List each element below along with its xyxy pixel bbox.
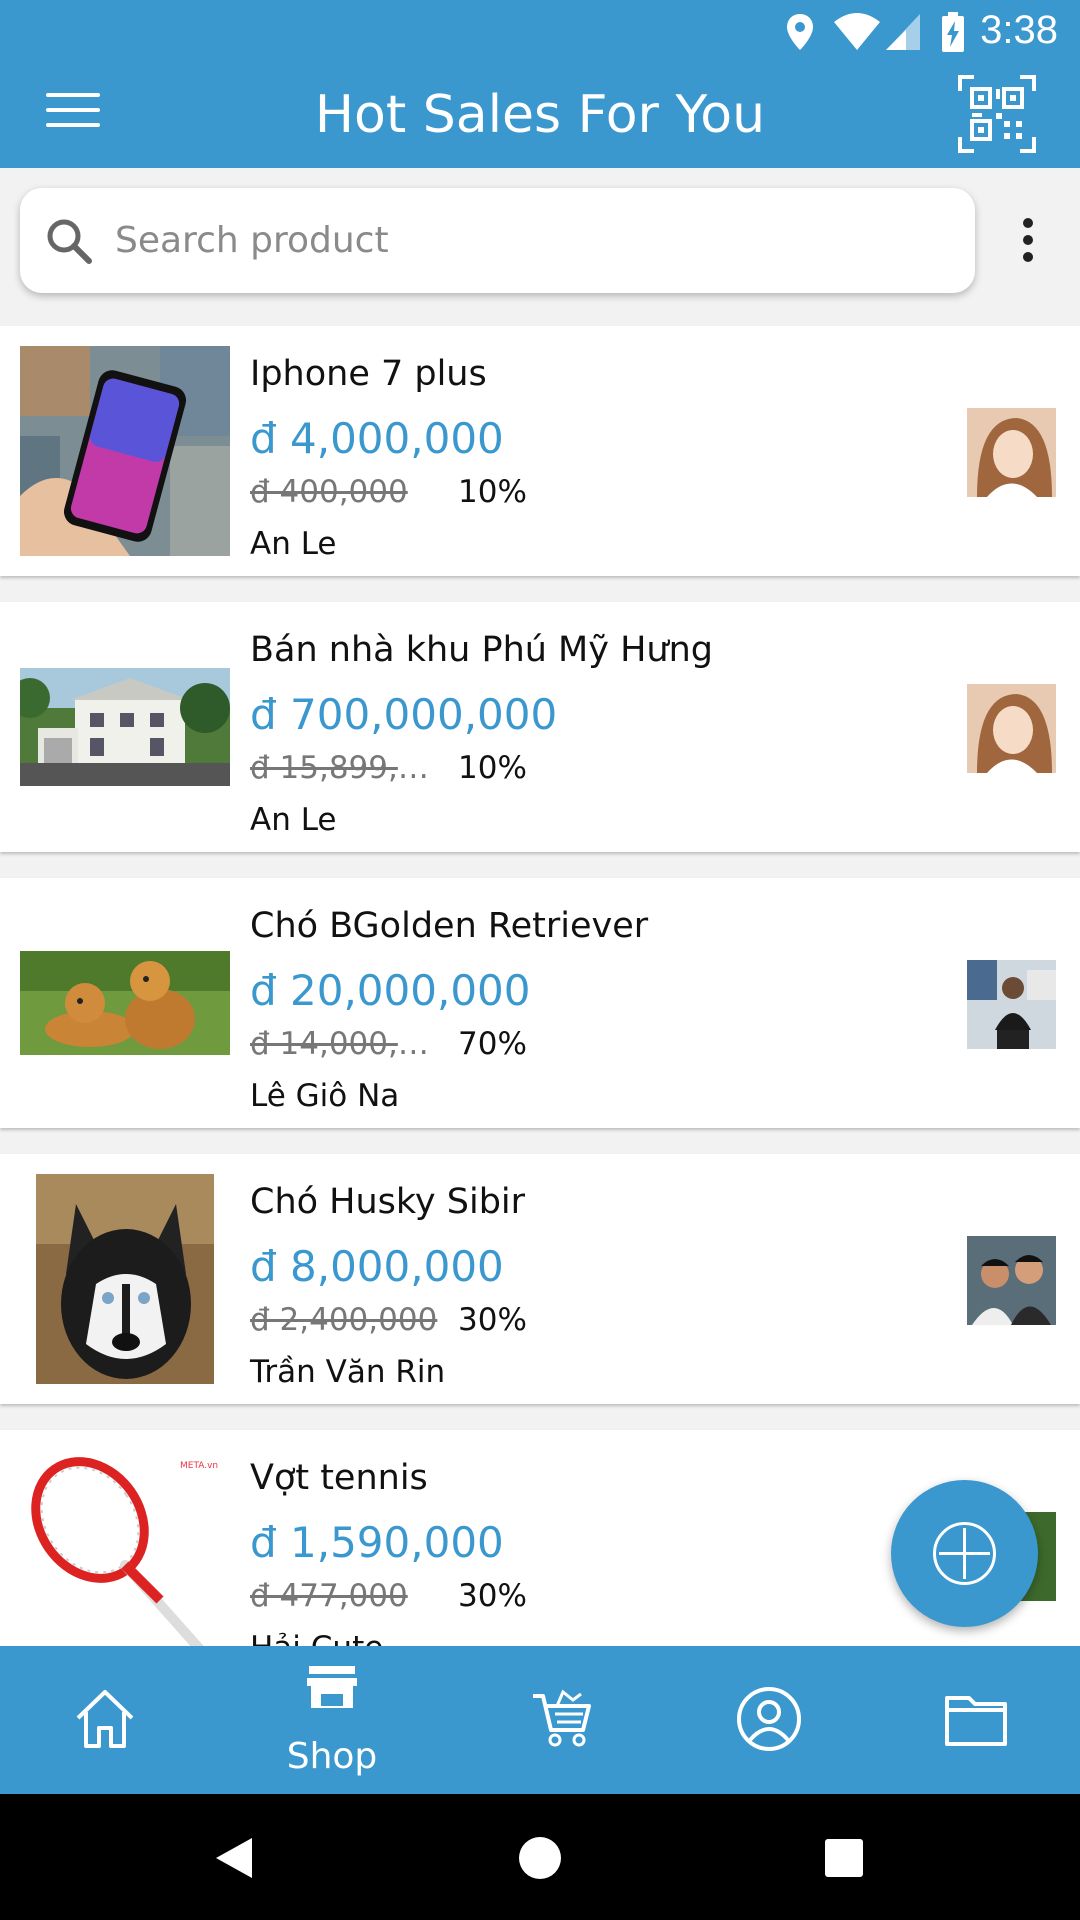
product-card[interactable]: Bán nhà khu Phú Mỹ Hưng đ 700,000,000 đ …: [0, 602, 1080, 852]
search-input[interactable]: [115, 210, 935, 270]
product-price: đ 8,000,000: [250, 1242, 504, 1291]
search-bar: [20, 188, 975, 293]
product-image: [20, 898, 230, 1108]
cart-icon: [533, 1689, 591, 1747]
product-card[interactable]: Chó Husky Sibir đ 8,000,000 đ 2,400,000 …: [0, 1154, 1080, 1404]
product-price: đ 4,000,000: [250, 414, 504, 463]
product-name: Vợt tennis: [250, 1458, 428, 1498]
page-title: Hot Sales For You: [314, 85, 766, 145]
product-card[interactable]: Chó BGolden Retriever đ 20,000,000 đ 14,…: [0, 878, 1080, 1128]
nav-shop[interactable]: Shop: [257, 1646, 407, 1794]
product-seller: An Le: [250, 526, 337, 562]
location-icon: [787, 14, 813, 50]
product-price: đ 700,000,000: [250, 690, 558, 739]
product-old-price: đ 14,000,000: [250, 1026, 445, 1062]
product-seller: An Le: [250, 802, 337, 838]
app-bar: Hot Sales For You: [0, 63, 1080, 168]
product-list: Iphone 7 plus đ 4,000,000 đ 400,000 10% …: [0, 326, 1080, 1646]
product-discount: 70%: [458, 1026, 527, 1062]
wifi-icon: [834, 13, 880, 50]
product-image: [20, 346, 230, 556]
nav-profile[interactable]: [694, 1646, 844, 1794]
seller-avatar[interactable]: [967, 408, 1056, 497]
add-circle-icon: [933, 1522, 996, 1585]
product-discount: 30%: [458, 1578, 527, 1614]
system-navigation-bar: [0, 1794, 1080, 1920]
bottom-navigation: Shop: [0, 1646, 1080, 1794]
nav-folder[interactable]: [901, 1646, 1051, 1794]
battery-charging-icon: [942, 12, 964, 52]
product-seller: Lê Giô Na: [250, 1078, 400, 1114]
product-discount: 10%: [458, 474, 527, 510]
seller-avatar[interactable]: [967, 960, 1056, 1049]
add-product-button[interactable]: [891, 1480, 1038, 1627]
product-discount: 30%: [458, 1302, 527, 1338]
qr-code-icon[interactable]: [958, 75, 1036, 153]
home-circle-icon[interactable]: [518, 1836, 562, 1880]
recent-apps-icon[interactable]: [824, 1838, 864, 1878]
nav-home[interactable]: [30, 1646, 180, 1794]
product-card[interactable]: Iphone 7 plus đ 4,000,000 đ 400,000 10% …: [0, 326, 1080, 576]
nav-shop-label: Shop: [286, 1736, 378, 1777]
back-icon[interactable]: [214, 1836, 254, 1880]
product-image: [20, 1174, 230, 1384]
profile-icon: [737, 1687, 801, 1751]
product-old-price: đ 477,000: [250, 1578, 408, 1614]
product-image: [20, 622, 230, 832]
signal-icon: [886, 14, 920, 50]
product-watermark: META.vn: [180, 1461, 218, 1471]
product-seller: Hải Cute: [250, 1630, 383, 1646]
nav-cart[interactable]: [487, 1646, 637, 1794]
shop-icon: [307, 1666, 357, 1708]
product-name: Iphone 7 plus: [250, 354, 487, 394]
product-name: Bán nhà khu Phú Mỹ Hưng: [250, 630, 713, 670]
product-name: Chó Husky Sibir: [250, 1182, 526, 1222]
status-time: 3:38: [980, 8, 1058, 52]
search-icon: [47, 219, 92, 264]
seller-avatar[interactable]: [967, 1236, 1056, 1325]
product-name: Chó BGolden Retriever: [250, 906, 649, 946]
home-icon: [76, 1690, 134, 1748]
more-options-icon[interactable]: [1016, 218, 1040, 268]
seller-avatar[interactable]: [967, 684, 1056, 773]
folder-icon: [945, 1696, 1007, 1746]
product-old-price: đ 2,400,000: [250, 1302, 438, 1338]
product-old-price: đ 15,899,3...: [250, 750, 445, 786]
product-price: đ 20,000,000: [250, 966, 531, 1015]
product-old-price: đ 400,000: [250, 474, 408, 510]
product-seller: Trần Văn Rin: [250, 1354, 446, 1390]
product-image: META.vn: [20, 1450, 230, 1646]
product-price: đ 1,590,000: [250, 1518, 504, 1567]
product-discount: 10%: [458, 750, 527, 786]
status-bar: 3:38: [0, 0, 1080, 63]
